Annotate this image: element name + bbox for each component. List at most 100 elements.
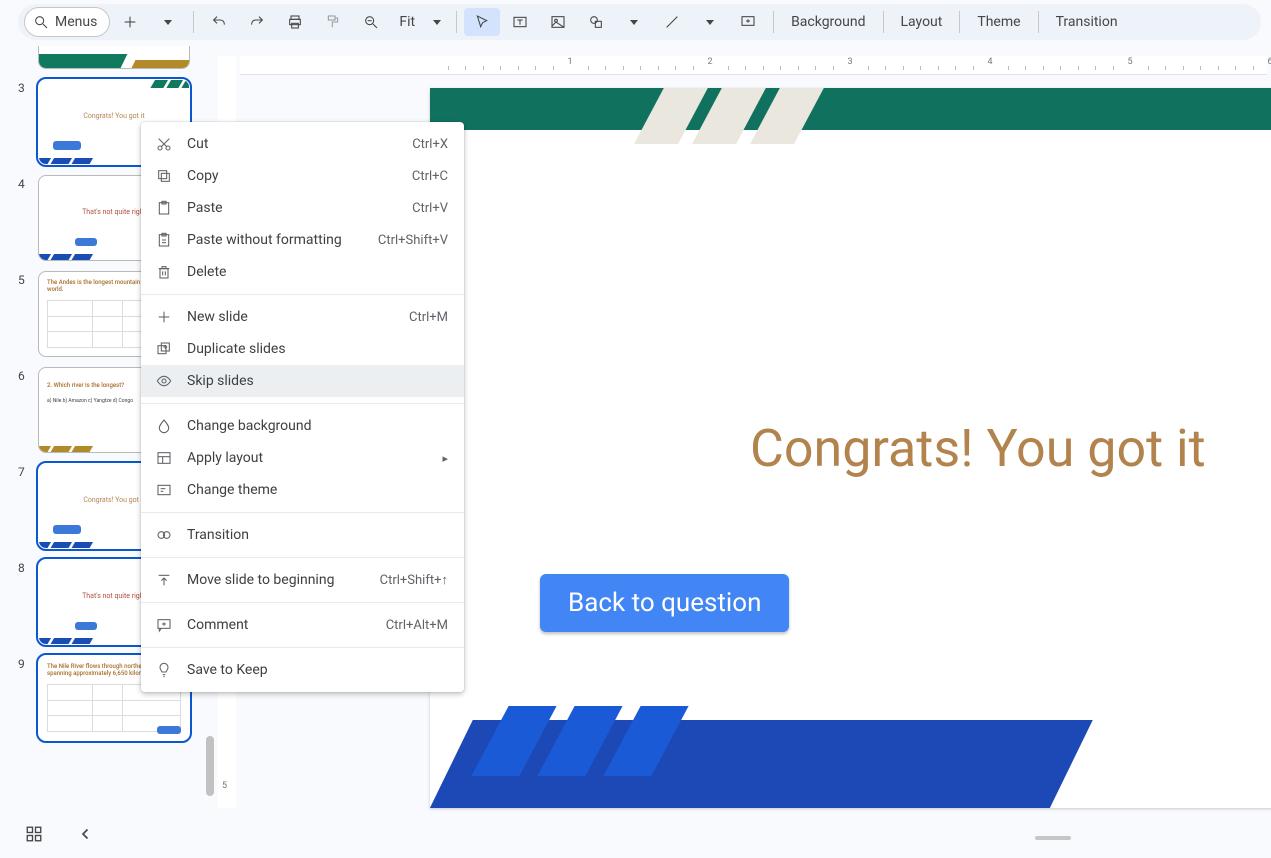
line-tool-button[interactable] [654,8,690,36]
ctx-item-shortcut: Ctrl+Shift+↑ [380,572,448,588]
transition-button[interactable]: Transition [1046,8,1128,36]
ctx-droplet[interactable]: Change background [141,410,464,442]
background-button[interactable]: Background [781,8,875,36]
ctx-cut[interactable]: Cut Ctrl+X [141,128,464,160]
delete-icon [155,263,173,281]
ctx-item-shortcut: Ctrl+X [412,137,448,152]
ctx-layout[interactable]: Apply layout▸ [141,442,464,474]
ctx-transition[interactable]: Transition [141,519,464,551]
layout-icon [155,449,173,467]
copy-icon [155,167,173,185]
scrollbar-handle[interactable] [206,736,214,796]
menus-search-button[interactable]: Menus [24,7,110,37]
new-slide-dropdown[interactable] [150,8,186,36]
ctx-item-label: Change background [187,418,448,434]
thumb-button [53,141,81,150]
thumb-button [75,622,97,630]
chevron-down-icon [433,20,441,25]
slide-number: 5 [18,271,34,287]
plus-icon [155,308,173,326]
collapse-filmstrip-button[interactable] [72,820,100,848]
ruler-tick: 1 [567,57,572,67]
ctx-item-label: Comment [187,617,372,633]
ctx-item-label: Cut [187,136,398,152]
ctx-plus[interactable]: New slide Ctrl+M [141,301,464,333]
menus-label: Menus [55,14,97,30]
slide-number: 8 [18,559,34,575]
select-tool-button[interactable] [464,8,500,36]
zoom-select[interactable]: Fit [391,8,449,36]
grid-view-button[interactable] [20,820,48,848]
paste-plain-icon [155,231,173,249]
ctx-item-label: Move slide to beginning [187,572,366,588]
thumb-button [75,238,97,246]
ctx-theme[interactable]: Change theme [141,474,464,506]
horizontal-ruler: 123456 [240,56,1267,75]
ctx-copy[interactable]: Copy Ctrl+C [141,160,464,192]
layout-button[interactable]: Layout [891,8,953,36]
ctx-comment[interactable]: Comment Ctrl+Alt+M [141,609,464,641]
slide-thumbnail[interactable] [38,46,190,69]
zoom-label: Fit [399,14,415,30]
speaker-notes-handle[interactable] [1035,836,1071,840]
ctx-item-label: Copy [187,168,398,184]
back-to-question-button[interactable]: Back to question [540,574,789,632]
ctx-duplicate[interactable]: Duplicate slides [141,333,464,365]
chevron-down-icon [164,20,172,25]
ctx-item-label: Delete [187,264,448,280]
slide-top-stripes [634,88,826,144]
slide-headline[interactable]: Congrats! You got it [750,418,1206,479]
slide-number: 9 [18,655,34,671]
bottom-bar [0,810,1271,858]
ctx-paste[interactable]: PasteCtrl+V [141,192,464,224]
redo-button[interactable] [239,8,275,36]
slide-number: 7 [18,463,34,479]
ruler-tick: 3 [847,57,852,67]
ctx-eye[interactable]: Skip slides [141,365,464,397]
droplet-icon [155,417,173,435]
ctx-item-label: Duplicate slides [187,341,448,357]
ctx-delete[interactable]: Delete [141,256,464,288]
submenu-arrow-icon: ▸ [442,452,448,465]
thumb-text: Congrats! You got it [39,112,189,120]
slide-top-band [430,88,1271,130]
ruler-tick: 5 [222,781,227,791]
shape-dropdown[interactable] [616,8,652,36]
thumb-options: a) Nile b) Amazon c) Yangtze d) Congo [47,398,133,404]
keep-icon [155,661,173,679]
chevron-down-icon [630,20,638,25]
ctx-paste-plain[interactable]: Paste without formattingCtrl+Shift+V [141,224,464,256]
slide-blue-stripes [471,706,688,776]
shape-tool-button[interactable] [578,8,614,36]
theme-button[interactable]: Theme [967,8,1030,36]
ruler-tick: 5 [1127,57,1132,67]
undo-button[interactable] [201,8,237,36]
slide-number: 3 [18,79,34,95]
ctx-item-label: Save to Keep [187,662,448,678]
image-tool-button[interactable] [540,8,576,36]
slide-context-menu: Cut Ctrl+X Copy Ctrl+C PasteCtrl+VPaste with… [141,122,464,692]
ruler-tick: 6 [1267,57,1271,67]
ctx-move-top[interactable]: Move slide to beginning Ctrl+Shift+↑ [141,564,464,596]
slide-canvas[interactable]: Congrats! You got it Back to question [430,88,1271,808]
move-top-icon [155,571,173,589]
zoom-out-button[interactable] [353,8,389,36]
main-toolbar: Menus Fit Background [18,4,1261,40]
slide-number: 6 [18,367,34,383]
paint-format-button[interactable] [315,8,351,36]
ctx-item-label: Change theme [187,482,448,498]
ctx-item-shortcut: Ctrl+Alt+M [386,618,448,633]
theme-icon [155,481,173,499]
line-dropdown[interactable] [692,8,728,36]
ctx-item-label: Paste [187,200,398,216]
comment-tool-button[interactable] [730,8,766,36]
ctx-item-shortcut: Ctrl+C [412,169,448,184]
ctx-item-label: New slide [187,309,395,325]
ctx-keep[interactable]: Save to Keep [141,654,464,686]
duplicate-icon [155,340,173,358]
new-slide-button[interactable] [112,8,148,36]
ctx-item-shortcut: Ctrl+Shift+V [378,233,448,248]
print-button[interactable] [277,8,313,36]
textbox-tool-button[interactable] [502,8,538,36]
ctx-item-shortcut: Ctrl+M [409,310,448,325]
